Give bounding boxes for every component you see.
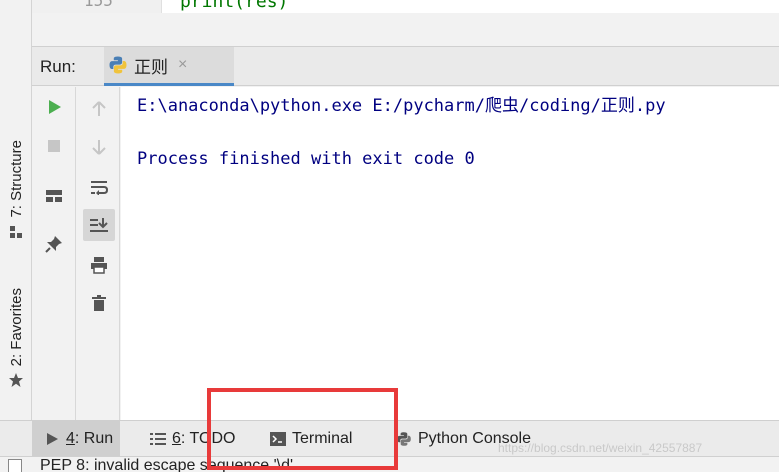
scroll-to-end-icon bbox=[90, 218, 108, 232]
code-line[interactable]: print(res) bbox=[180, 0, 288, 12]
run-toolbar-secondary bbox=[77, 87, 120, 420]
run-toolbar-primary bbox=[32, 87, 76, 420]
editor-gutter: 155 bbox=[32, 0, 162, 13]
favorites-tab-label: 2: Favorites bbox=[7, 288, 25, 367]
tab-run[interactable]: 4: Run bbox=[32, 421, 120, 456]
stop-button[interactable] bbox=[38, 130, 70, 162]
line-number: 155 bbox=[84, 0, 113, 10]
structure-tool-tab[interactable]: 7: Structure bbox=[0, 140, 32, 240]
next-occurrence-button[interactable] bbox=[83, 131, 115, 163]
structure-tab-label: 7: Structure bbox=[7, 140, 25, 218]
tab-run-label: Run bbox=[83, 429, 114, 447]
trash-icon bbox=[92, 295, 106, 311]
run-icon bbox=[49, 100, 61, 114]
stop-icon bbox=[48, 140, 60, 152]
run-label: Run: bbox=[40, 57, 76, 76]
print-button[interactable] bbox=[83, 249, 115, 281]
run-triangle-icon bbox=[44, 431, 60, 447]
run-console-output[interactable]: E:\anaconda\python.exe E:/pycharm/爬虫/cod… bbox=[121, 87, 779, 420]
pin-tab-button[interactable] bbox=[38, 228, 70, 260]
down-arrow-icon bbox=[92, 140, 106, 155]
console-line-exit: Process finished with exit code 0 bbox=[137, 149, 475, 169]
previous-occurrence-button[interactable] bbox=[83, 93, 115, 125]
list-icon bbox=[150, 431, 166, 447]
console-line-command: E:\anaconda\python.exe E:/pycharm/爬虫/cod… bbox=[137, 96, 666, 116]
python-icon bbox=[396, 431, 412, 447]
python-icon bbox=[108, 55, 128, 75]
run-config-tab[interactable]: 正则 × bbox=[104, 47, 234, 86]
watermark-text: https://blog.csdn.net/weixin_42557887 bbox=[498, 441, 703, 455]
clear-all-button[interactable] bbox=[83, 287, 115, 319]
run-tab-title: 正则 bbox=[134, 57, 168, 77]
status-toggle-icon[interactable] bbox=[8, 459, 22, 472]
up-arrow-icon bbox=[92, 101, 106, 116]
left-tool-strip: 7: Structure 2: Favorites bbox=[0, 0, 32, 420]
run-panel-header: Run: 正则 × bbox=[32, 46, 779, 86]
close-tab-icon[interactable]: × bbox=[178, 56, 187, 74]
pin-icon bbox=[45, 236, 62, 253]
scroll-to-end-button[interactable] bbox=[83, 209, 115, 241]
layout-icon bbox=[46, 190, 62, 202]
editor-area: 155 print(res) bbox=[32, 0, 779, 13]
soft-wrap-icon bbox=[91, 181, 109, 195]
soft-wrap-button[interactable] bbox=[83, 171, 115, 203]
highlight-annotation bbox=[207, 388, 398, 470]
layout-button[interactable] bbox=[38, 180, 70, 212]
structure-icon bbox=[8, 224, 24, 240]
star-icon bbox=[8, 372, 24, 388]
rerun-button[interactable] bbox=[38, 91, 70, 123]
favorites-tool-tab[interactable]: 2: Favorites bbox=[0, 288, 32, 388]
tab-todo-key: 6 bbox=[172, 429, 181, 447]
tab-run-key: 4 bbox=[66, 429, 75, 447]
print-icon bbox=[91, 257, 107, 274]
